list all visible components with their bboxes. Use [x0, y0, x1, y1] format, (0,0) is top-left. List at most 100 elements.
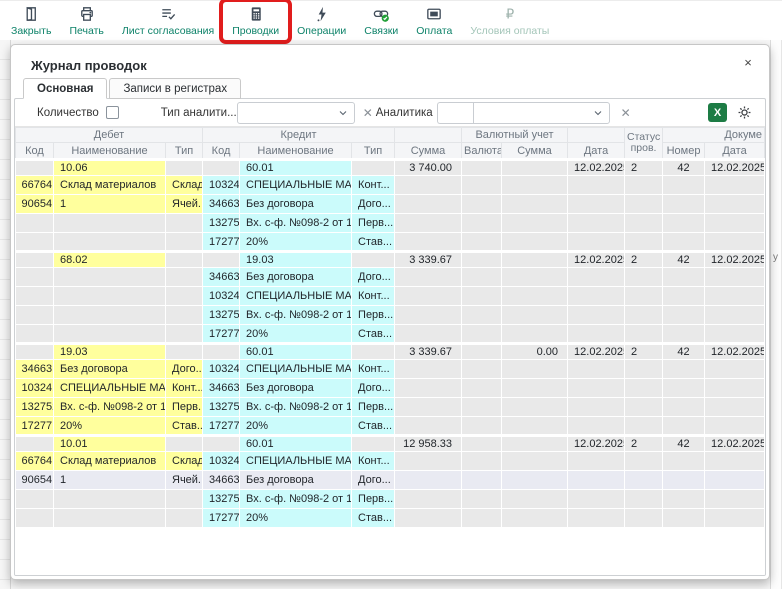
- date-cell[interactable]: [568, 287, 625, 306]
- debit-name-cell[interactable]: [54, 233, 166, 252]
- currency-amount-cell[interactable]: [502, 471, 568, 490]
- credit-type-cell[interactable]: Конт...: [352, 452, 395, 471]
- credit-account-cell[interactable]: 60.01: [240, 160, 352, 176]
- credit-type-cell[interactable]: Конт...: [352, 176, 395, 195]
- debit-name-cell[interactable]: [54, 214, 166, 233]
- posting-analytics-row[interactable]: 132752Вх. с-ф. №098-2 от 12...Перв...132…: [16, 398, 765, 417]
- credit-code-cell[interactable]: 34663: [203, 471, 240, 490]
- debit-type-cell[interactable]: [166, 160, 203, 176]
- credit-name-cell[interactable]: 20%: [240, 509, 352, 528]
- credit-account-cell[interactable]: 60.01: [240, 436, 352, 452]
- doc-number-cell[interactable]: [663, 398, 705, 417]
- doc-number-cell[interactable]: 42: [663, 436, 705, 452]
- amount-cell[interactable]: [395, 176, 462, 195]
- credit-code-cell[interactable]: 34663: [203, 195, 240, 214]
- date-cell[interactable]: [568, 214, 625, 233]
- debit-name-cell[interactable]: Без договора: [54, 360, 166, 379]
- doc-date-cell[interactable]: [705, 306, 765, 325]
- credit-name-cell[interactable]: СПЕЦИАЛЬНЫЕ МАТ...: [240, 287, 352, 306]
- debit-code-cell[interactable]: [16, 233, 54, 252]
- debit-name-cell[interactable]: 1: [54, 471, 166, 490]
- currency-amount-cell[interactable]: [502, 436, 568, 452]
- amount-cell[interactable]: [395, 398, 462, 417]
- debit-name-cell[interactable]: [54, 287, 166, 306]
- credit-name-header[interactable]: Наименование: [240, 143, 352, 160]
- credit-name-cell[interactable]: 20%: [240, 325, 352, 344]
- posting-analytics-row[interactable]: 1727720%Став...: [16, 325, 765, 344]
- credit-type-cell[interactable]: [352, 160, 395, 176]
- doc-date-cell[interactable]: [705, 490, 765, 509]
- credit-name-cell[interactable]: Без договора: [240, 195, 352, 214]
- posting-analytics-row[interactable]: 1727720%Став...: [16, 233, 765, 252]
- currency-amount-cell[interactable]: [502, 252, 568, 268]
- doc-date-cell[interactable]: [705, 176, 765, 195]
- doc-date-header[interactable]: Дата: [705, 143, 765, 160]
- date-cell[interactable]: [568, 233, 625, 252]
- status-cell[interactable]: 2: [625, 160, 663, 176]
- currency-amount-cell[interactable]: [502, 398, 568, 417]
- status-cell[interactable]: [625, 490, 663, 509]
- posting-analytics-row[interactable]: 132752Вх. с-ф. №098-2 от 12...Перв...: [16, 306, 765, 325]
- print-button[interactable]: Печать: [60, 2, 112, 40]
- amount-cell[interactable]: [395, 287, 462, 306]
- currency-cell[interactable]: [462, 252, 502, 268]
- credit-account-cell[interactable]: 19.03: [240, 252, 352, 268]
- debit-account-cell[interactable]: 68.02: [54, 252, 166, 268]
- credit-name-cell[interactable]: СПЕЦИАЛЬНЫЕ МАТ...: [240, 176, 352, 195]
- currency-cell[interactable]: [462, 471, 502, 490]
- credit-type-cell[interactable]: Дого...: [352, 471, 395, 490]
- posting-analytics-row[interactable]: 1727720%Став...: [16, 509, 765, 528]
- currency-amount-header[interactable]: Сумма: [502, 143, 568, 160]
- doc-number-cell[interactable]: [663, 325, 705, 344]
- doc-number-cell[interactable]: [663, 195, 705, 214]
- currency-cell[interactable]: [462, 452, 502, 471]
- date-cell[interactable]: [568, 268, 625, 287]
- credit-type-cell[interactable]: Перв...: [352, 306, 395, 325]
- debit-type-cell[interactable]: [166, 490, 203, 509]
- debit-code-cell[interactable]: 34663: [16, 360, 54, 379]
- debit-type-cell[interactable]: [166, 344, 203, 360]
- tab-register-records[interactable]: Записи в регистрах: [109, 78, 241, 99]
- currency-group-header[interactable]: Валютный учет: [462, 128, 568, 143]
- credit-type-cell[interactable]: Став...: [352, 233, 395, 252]
- date-cell[interactable]: [568, 417, 625, 436]
- doc-number-cell[interactable]: [663, 379, 705, 398]
- credit-type-cell[interactable]: [352, 436, 395, 452]
- amount-header[interactable]: Сумма: [395, 143, 462, 160]
- debit-type-header[interactable]: Тип: [166, 143, 203, 160]
- currency-cell[interactable]: [462, 214, 502, 233]
- debit-name-cell[interactable]: [54, 509, 166, 528]
- status-cell[interactable]: [625, 471, 663, 490]
- currency-cell[interactable]: [462, 287, 502, 306]
- currency-amount-cell[interactable]: [502, 306, 568, 325]
- date-cell[interactable]: 12.02.2025: [568, 436, 625, 452]
- doc-number-cell[interactable]: [663, 233, 705, 252]
- debit-code-cell[interactable]: [16, 306, 54, 325]
- debit-name-cell[interactable]: Вх. с-ф. №098-2 от 12...: [54, 398, 166, 417]
- debit-type-cell[interactable]: Став...: [166, 417, 203, 436]
- doc-date-cell[interactable]: [705, 268, 765, 287]
- posting-analytics-row[interactable]: 66764Склад материаловСклад103241СПЕЦИАЛЬ…: [16, 452, 765, 471]
- credit-type-cell[interactable]: Перв...: [352, 490, 395, 509]
- credit-code-cell[interactable]: 17277: [203, 325, 240, 344]
- credit-code-cell[interactable]: [203, 344, 240, 360]
- currency-amount-cell[interactable]: [502, 452, 568, 471]
- amount-cell[interactable]: [395, 360, 462, 379]
- debit-type-cell[interactable]: [166, 252, 203, 268]
- credit-code-cell[interactable]: 103241: [203, 176, 240, 195]
- currency-amount-cell[interactable]: 0.00: [502, 344, 568, 360]
- status-cell[interactable]: [625, 176, 663, 195]
- currency-amount-cell[interactable]: [502, 160, 568, 176]
- amount-cell[interactable]: [395, 471, 462, 490]
- gear-icon[interactable]: [736, 104, 753, 121]
- currency-cell[interactable]: [462, 360, 502, 379]
- credit-type-header[interactable]: Тип: [352, 143, 395, 160]
- analytics-select[interactable]: [473, 102, 610, 124]
- doc-date-cell[interactable]: [705, 233, 765, 252]
- currency-cell[interactable]: [462, 195, 502, 214]
- credit-code-cell[interactable]: 103241: [203, 287, 240, 306]
- analytics-type-select[interactable]: [237, 102, 355, 124]
- payment-button[interactable]: Оплата: [407, 2, 461, 40]
- posting-analytics-row[interactable]: 132752Вх. с-ф. №098-2 от 12...Перв...: [16, 490, 765, 509]
- doc-date-cell[interactable]: [705, 471, 765, 490]
